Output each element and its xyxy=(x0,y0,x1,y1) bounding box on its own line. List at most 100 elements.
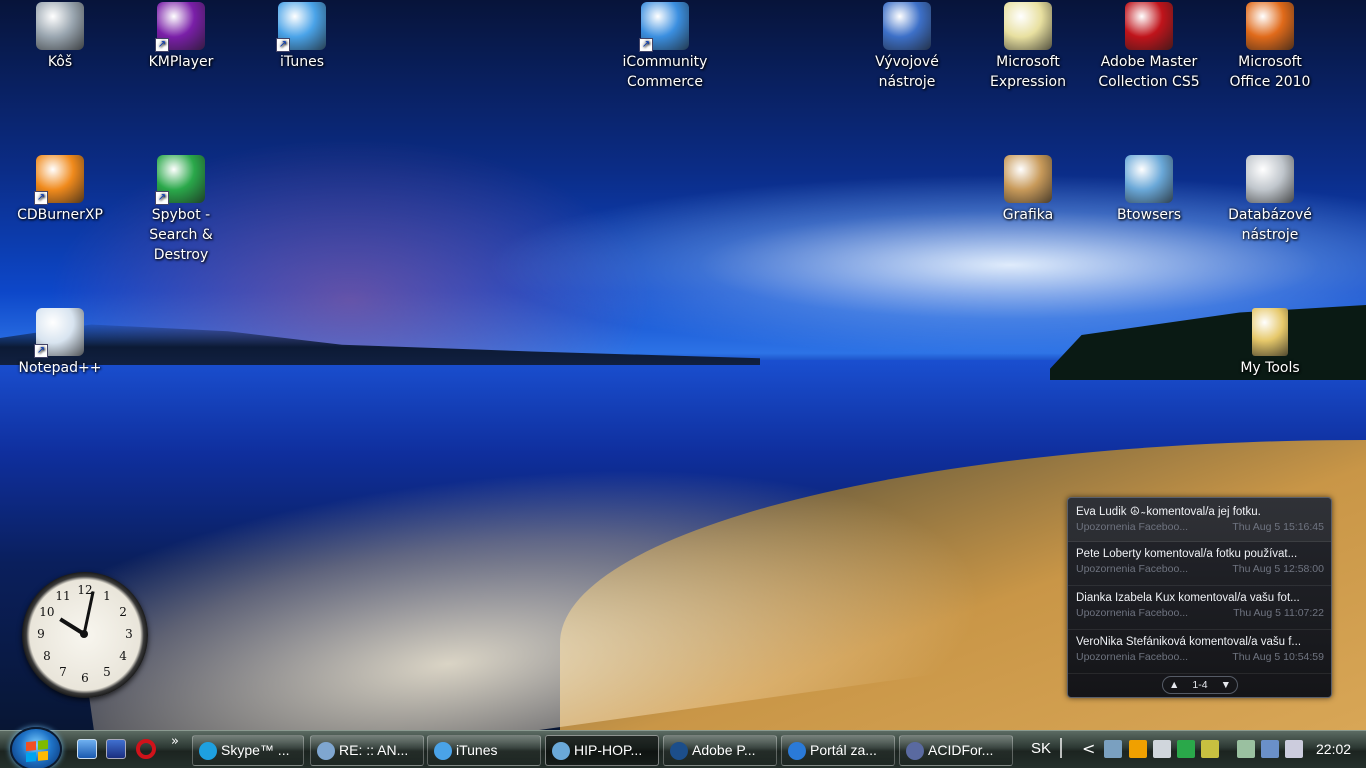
developer-tools-icon xyxy=(883,2,931,50)
desktop-icon-compass[interactable]: Btowsers xyxy=(1095,155,1203,225)
show-desktop-icon[interactable] xyxy=(77,739,97,759)
notification-text: Eva Ludik ☮ ̴ komentoval/a jej fotku. xyxy=(1076,506,1261,518)
safari-icon xyxy=(552,742,570,760)
desktop-icon-folder[interactable]: My Tools xyxy=(1216,308,1324,378)
itunes-icon: ↗ xyxy=(276,2,326,52)
desktop-icon-label: Grafika xyxy=(1002,207,1054,223)
desktop-icon-label: Databázové nástroje xyxy=(1228,207,1312,243)
database-icon xyxy=(1246,155,1294,203)
shortcut-arrow-icon: ↗ xyxy=(34,191,48,205)
desktop-icon-label: iTunes xyxy=(280,54,324,70)
start-button[interactable] xyxy=(10,727,62,768)
desktop-icon-label: My Tools xyxy=(1240,360,1300,376)
notification-time: Thu Aug 5 10:54:59 xyxy=(1232,651,1324,663)
desktop-icon-developer-tools[interactable]: Vývojové nástroje xyxy=(853,2,961,92)
notification-text: Pete Loberty komentoval/a fotku používat… xyxy=(1076,548,1298,560)
outlook-icon[interactable] xyxy=(1129,740,1147,758)
save-disk-icon[interactable] xyxy=(106,739,126,759)
pager-down-button[interactable]: ▼ xyxy=(1221,679,1231,691)
network-monitor-icon[interactable] xyxy=(1104,740,1122,758)
utorrent-icon[interactable] xyxy=(1177,740,1195,758)
notification-item[interactable]: Dianka Izabela Kux komentoval/a vašu fot… xyxy=(1068,586,1331,630)
language-options-icon[interactable] xyxy=(1060,738,1070,758)
desktop-icon-label: Btowsers xyxy=(1116,207,1182,223)
desktop-icon-database[interactable]: Databázové nástroje xyxy=(1216,155,1324,245)
clock-minute-hand xyxy=(82,590,95,635)
desktop-icon-label: Adobe Master Collection CS5 xyxy=(1098,54,1200,90)
desktop-icon-expression[interactable]: Microsoft Expression xyxy=(974,2,1082,92)
clock-number: 2 xyxy=(119,605,127,619)
taskbar-button-itunes[interactable]: iTunes xyxy=(427,735,541,766)
shortcut-arrow-icon: ↗ xyxy=(155,38,169,52)
photoshop-icon xyxy=(670,742,688,760)
taskbar-button-label: Adobe P... xyxy=(692,742,756,758)
cdburner-icon: ↗ xyxy=(34,155,84,205)
notification-time: Thu Aug 5 15:16:45 xyxy=(1232,521,1324,533)
pager-up-button[interactable]: ▲ xyxy=(1169,679,1179,691)
palette-icon xyxy=(1004,155,1052,203)
notification-source: Upozornenia Faceboo... xyxy=(1076,607,1189,619)
taskbar-button-label: Portál za... xyxy=(810,742,877,758)
clock-center-pin xyxy=(80,630,88,638)
expression-icon xyxy=(1004,2,1052,50)
desktop-icon-globe[interactable]: ↗ iCommunity Commerce xyxy=(611,2,719,92)
office-icon xyxy=(1246,2,1294,50)
taskbar-clock[interactable]: 22:02 xyxy=(1316,741,1351,757)
clock-number: 3 xyxy=(125,627,133,641)
safely-remove-icon[interactable] xyxy=(1237,740,1255,758)
taskbar-button-label: ACIDFor... xyxy=(928,742,994,758)
desktop-icon-label: Notepad++ xyxy=(18,360,102,376)
folder-icon xyxy=(1252,308,1288,356)
plug-tray-icon[interactable] xyxy=(1201,740,1219,758)
taskbar-button-label: RE: :: AN... xyxy=(339,742,409,758)
notification-time: Thu Aug 5 12:58:00 xyxy=(1232,563,1324,575)
notification-item[interactable]: Eva Ludik ☮ ̴ komentoval/a jej fotku. Upo… xyxy=(1068,498,1331,542)
tray-expand-button[interactable]: < xyxy=(1082,739,1095,758)
desktop-icon-label: CDBurnerXP xyxy=(17,207,103,223)
opera-icon[interactable] xyxy=(136,739,156,759)
notification-item[interactable]: VeroNika Štefániková komentoval/a vašu f… xyxy=(1068,630,1331,674)
desktop-icon-office[interactable]: Microsoft Office 2010 xyxy=(1216,2,1324,92)
maxthon-icon xyxy=(788,742,806,760)
desktop-icon-label: Spybot - Search & Destroy xyxy=(149,207,213,263)
desktop-icon-label: Microsoft Expression xyxy=(990,54,1066,90)
facebook-notifications-gadget: Eva Ludik ☮ ̴ komentoval/a jej fotku. Upo… xyxy=(1067,497,1332,698)
desktop-icon-recycle-bin[interactable]: Kôš xyxy=(6,2,114,72)
desktop-icon-notepad[interactable]: ↗ Notepad++ xyxy=(6,308,114,378)
acid-icon xyxy=(906,742,924,760)
clock-number: 8 xyxy=(43,649,51,663)
taskbar-button-maxthon[interactable]: Portál za... xyxy=(781,735,895,766)
quick-launch-more-button[interactable]: » xyxy=(171,734,179,749)
desktop-icon-adobe[interactable]: Adobe Master Collection CS5 xyxy=(1095,2,1203,92)
desktop-icon-label: iCommunity Commerce xyxy=(622,54,708,90)
clock-number: 9 xyxy=(37,627,45,641)
notification-source: Upozornenia Faceboo... xyxy=(1076,521,1189,533)
compass-icon xyxy=(1125,155,1173,203)
clock-gadget[interactable]: 12 1 2 3 4 5 6 7 8 9 10 11 xyxy=(22,572,148,698)
clock-number: 7 xyxy=(59,665,67,680)
windows-logo-icon xyxy=(26,739,48,763)
taskbar-button-label: HIP-HOP... xyxy=(574,742,643,758)
clock-number: 6 xyxy=(81,671,89,685)
taskbar-button-skype[interactable]: Skype™ ... xyxy=(192,735,304,766)
globe-icon: ↗ xyxy=(639,2,689,52)
desktop-icon-itunes[interactable]: ↗ iTunes xyxy=(248,2,356,72)
notification-item[interactable]: Pete Loberty komentoval/a fotku používat… xyxy=(1068,542,1331,586)
taskbar-button-safari[interactable]: HIP-HOP... xyxy=(545,735,659,766)
desktop-icon-palette[interactable]: Grafika xyxy=(974,155,1082,225)
wallpaper-shoreline xyxy=(0,324,760,365)
desktop-icon-label: Vývojové nástroje xyxy=(875,54,939,90)
desktop-icon-cdburner[interactable]: ↗ CDBurnerXP xyxy=(6,155,114,225)
clock-number: 5 xyxy=(103,665,111,680)
desktop-icon-kmplayer[interactable]: ↗ KMPlayer xyxy=(127,2,235,72)
network-icon[interactable] xyxy=(1261,740,1279,758)
volume-icon[interactable] xyxy=(1285,740,1303,758)
language-indicator[interactable]: SK xyxy=(1031,740,1051,757)
taskbar-button-acid[interactable]: ACIDFor... xyxy=(899,735,1013,766)
taskbar-button-photoshop[interactable]: Adobe P... xyxy=(663,735,777,766)
shortcut-arrow-icon: ↗ xyxy=(34,344,48,358)
tools-tray-icon[interactable] xyxy=(1153,740,1171,758)
taskbar-button-email[interactable]: RE: :: AN... xyxy=(310,735,424,766)
desktop-icon-shield[interactable]: ↗ Spybot - Search & Destroy xyxy=(127,155,235,265)
adobe-icon xyxy=(1125,2,1173,50)
